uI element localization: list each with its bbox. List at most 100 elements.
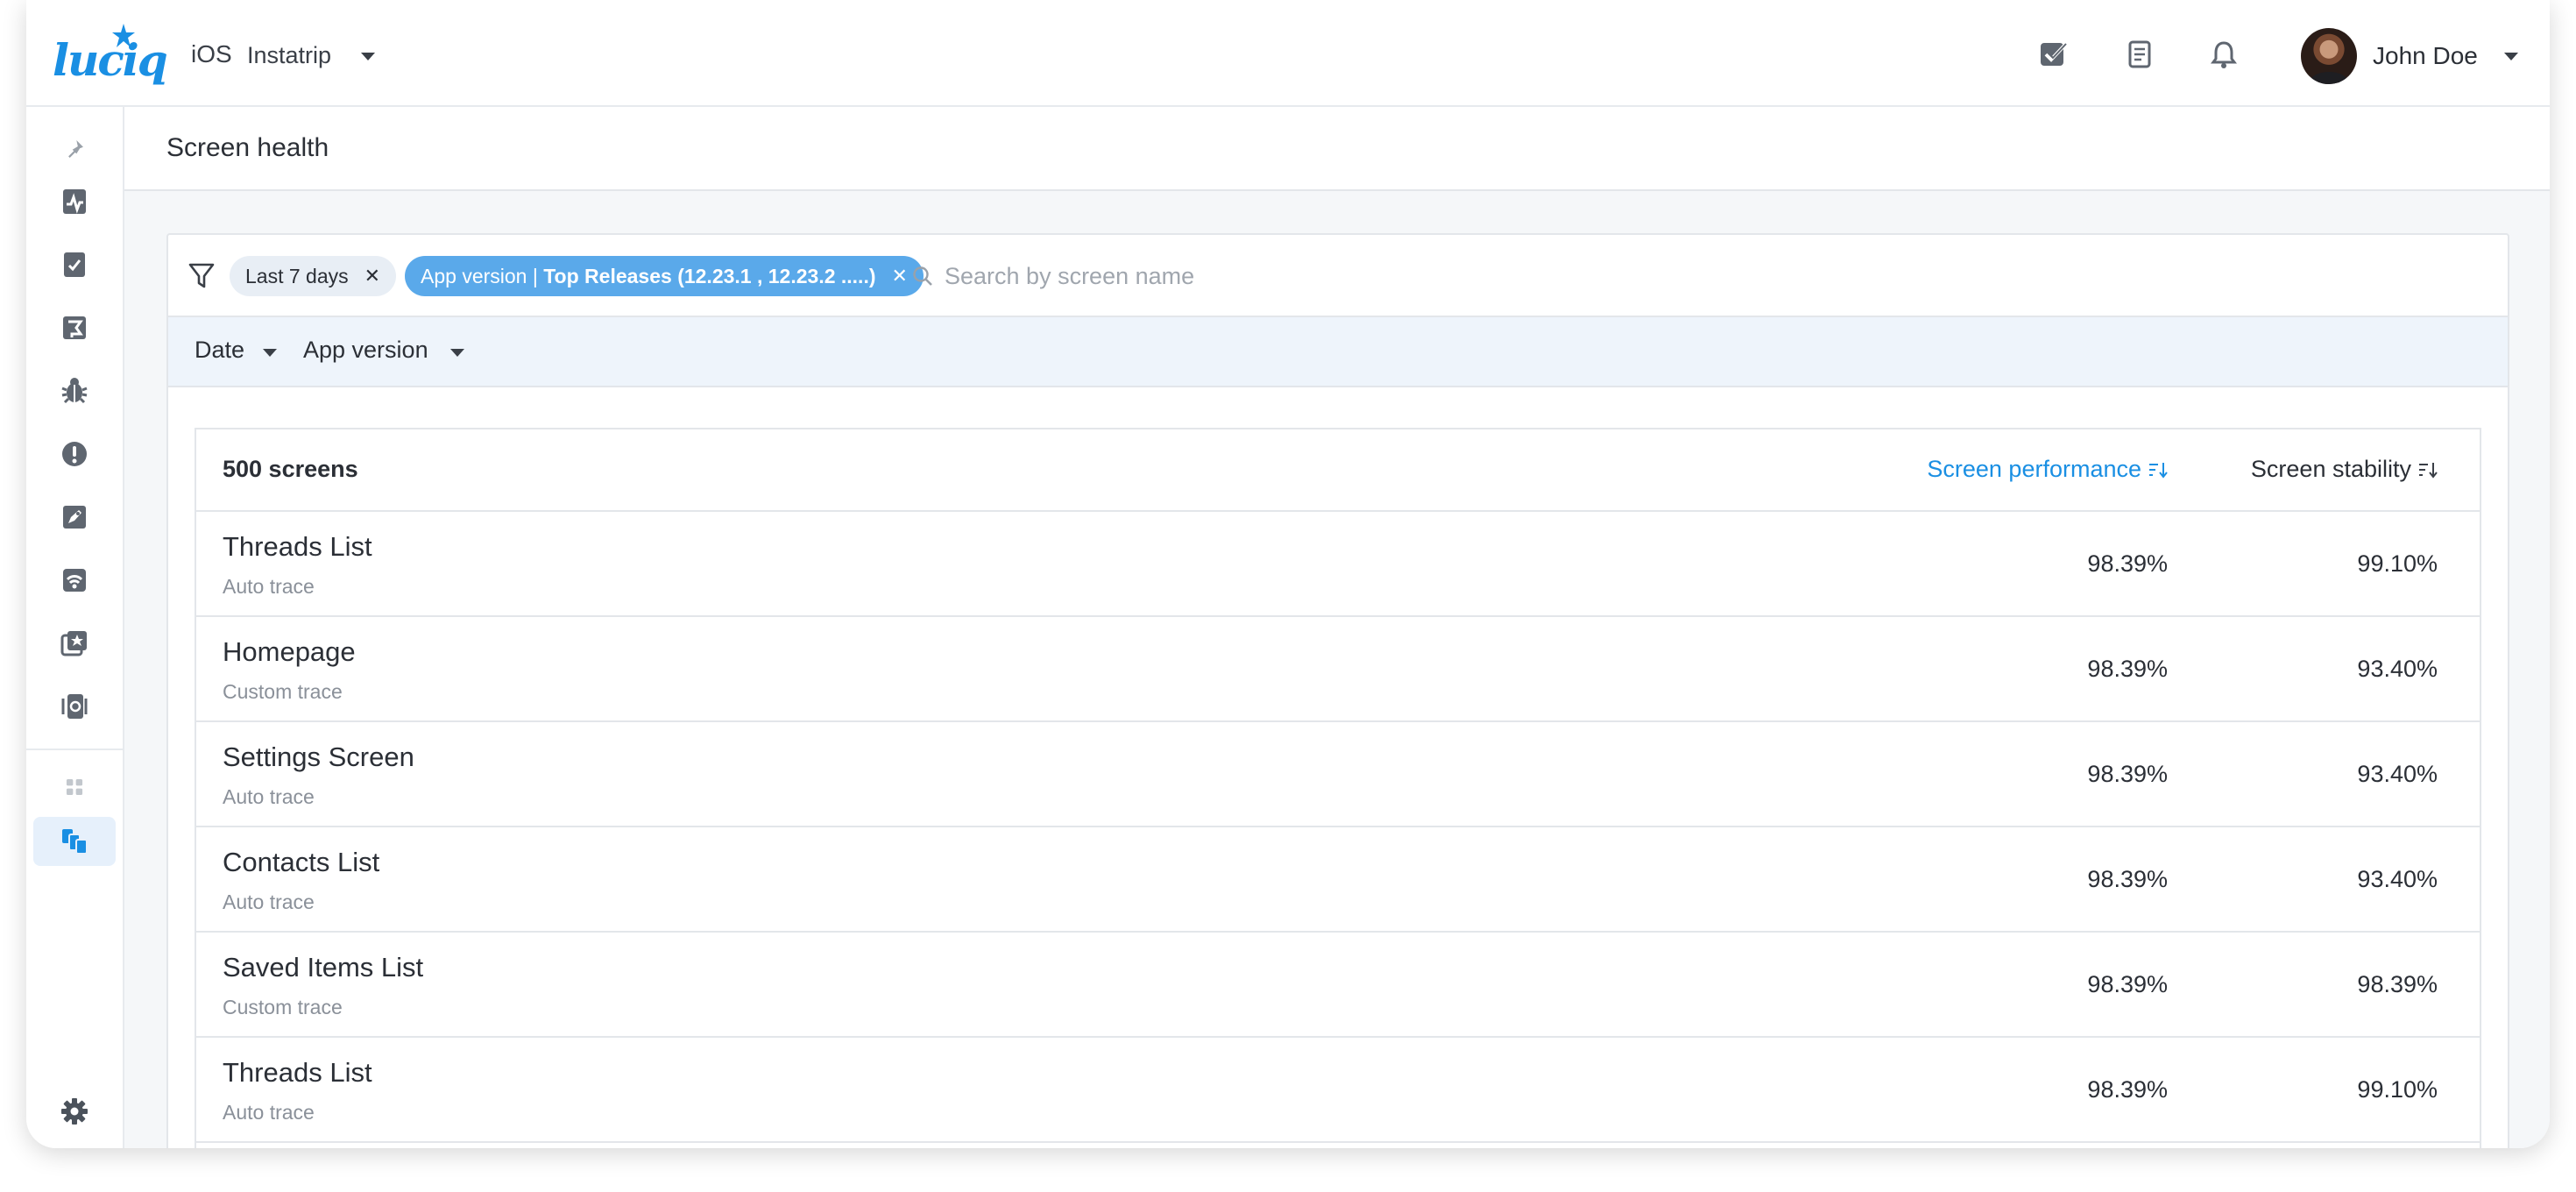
- bell-icon[interactable]: [2208, 39, 2240, 70]
- screens-card: Last 7 days ✕ App version | Top Releases…: [166, 233, 2509, 1148]
- screens-icon: [62, 829, 88, 855]
- trace-type: Custom trace: [223, 680, 343, 703]
- filter-bar: Last 7 days ✕ App version | Top Releases…: [168, 235, 2508, 316]
- sidebar-item-pin[interactable]: [33, 124, 116, 174]
- apps-grid-icon: [66, 778, 83, 796]
- screen-name: Settings Screen: [223, 741, 414, 772]
- trace-type: Auto trace: [223, 890, 315, 913]
- luciq-logo[interactable]: luciq: [53, 24, 168, 82]
- stability-value: 93.40%: [2357, 866, 2438, 892]
- logo-text: luciq: [53, 34, 168, 86]
- rocket-icon: [63, 506, 86, 529]
- alert-icon: [62, 442, 87, 466]
- screen-name: Threads List: [223, 531, 372, 562]
- app-selector-caret-icon[interactable]: [361, 53, 375, 60]
- sidebar-item-flags[interactable]: [33, 303, 116, 352]
- app-version-chip-value: Top Releases (12.23.1 , 12.23.2 .....): [543, 264, 876, 287]
- date-dropdown[interactable]: Date: [195, 337, 244, 364]
- pin-icon: [68, 140, 83, 158]
- flag-icon: [63, 316, 86, 339]
- sidebar-item-screens-starred[interactable]: [33, 619, 116, 668]
- trace-type: Custom trace: [223, 996, 343, 1018]
- app-version-chip-prefix: App version |: [421, 264, 544, 287]
- table-row[interactable]: Threads List Auto trace 98.39% 99.10%: [196, 512, 2480, 617]
- sort-by-performance[interactable]: Screen performance: [1927, 456, 2168, 483]
- performance-value: 98.39%: [2087, 1076, 2168, 1103]
- stability-value: 98.39%: [2357, 971, 2438, 997]
- sort-descending-icon: [2149, 462, 2168, 479]
- app-version-dropdown-caret-icon[interactable]: [450, 349, 464, 357]
- star-screens-icon: [60, 631, 87, 656]
- session-replay-icon: [61, 694, 88, 719]
- performance-value: 98.39%: [2087, 656, 2168, 682]
- sidebar-item-launch[interactable]: [33, 493, 116, 542]
- stability-value: 99.10%: [2357, 550, 2438, 577]
- sidebar-item-screens[interactable]: [33, 817, 116, 866]
- reports-icon: [64, 252, 85, 277]
- platform-label: iOS: [191, 40, 232, 67]
- table-row[interactable]: Contacts List Auto trace 98.39% 93.40%: [196, 827, 2480, 933]
- performance-value: 98.39%: [2087, 550, 2168, 577]
- user-menu-caret-icon[interactable]: [2504, 53, 2518, 60]
- sidebar-divider: [26, 749, 123, 750]
- sidebar-item-bugs[interactable]: [33, 366, 116, 415]
- sidebar-item-session-replay[interactable]: [33, 682, 116, 731]
- stability-value: 93.40%: [2357, 761, 2438, 787]
- table-header: 500 screens Screen performance Screen st…: [196, 429, 2480, 512]
- network-icon: [63, 569, 86, 592]
- stability-column-label: Screen stability: [2250, 456, 2411, 482]
- stability-value: 99.10%: [2357, 1076, 2438, 1103]
- sidebar-item-settings[interactable]: [33, 1087, 116, 1136]
- sidebar-item-network[interactable]: [33, 556, 116, 605]
- performance-value: 98.39%: [2087, 761, 2168, 787]
- page-title: Screen health: [166, 133, 329, 162]
- date-filter-chip[interactable]: Last 7 days ✕: [230, 256, 397, 296]
- search-input[interactable]: [943, 254, 2348, 298]
- screen-name: Saved Items List: [223, 952, 424, 983]
- sidebar-item-apps[interactable]: [33, 763, 116, 812]
- performance-column-label: Screen performance: [1927, 456, 2141, 482]
- logo-star-icon: [112, 24, 135, 47]
- sidebar-item-crashes[interactable]: [33, 429, 116, 479]
- sidebar-item-reports[interactable]: [33, 240, 116, 289]
- page-header: Screen health: [124, 107, 2550, 191]
- sort-descending-icon: [2419, 462, 2438, 479]
- screen-name: Threads List: [223, 1057, 372, 1088]
- table-row[interactable]: Settings Screen Auto trace 98.39% 93.40%: [196, 722, 2480, 827]
- document-icon[interactable]: [2124, 39, 2155, 70]
- remove-date-filter-icon[interactable]: ✕: [364, 265, 380, 287]
- app-selector[interactable]: Instatrip: [247, 42, 331, 69]
- user-name[interactable]: John Doe: [2373, 42, 2478, 70]
- app-health-icon: [63, 189, 86, 214]
- trace-type: Auto trace: [223, 1101, 315, 1124]
- app-version-dropdown[interactable]: App version: [303, 337, 428, 364]
- gear-icon: [61, 1098, 88, 1125]
- table-row[interactable]: Threads List Auto trace 98.39% 99.10%: [196, 1038, 2480, 1143]
- screen-name: Contacts List: [223, 847, 380, 877]
- sort-by-stability[interactable]: Screen stability: [2251, 456, 2438, 483]
- main-content: Screen health Last 7 days ✕ App version …: [124, 107, 2550, 1148]
- date-filter-chip-label: Last 7 days: [245, 264, 349, 287]
- sidebar-item-app-health[interactable]: [33, 177, 116, 226]
- screen-name: Homepage: [223, 636, 356, 667]
- trace-type: Auto trace: [223, 575, 315, 598]
- search-icon: [913, 266, 932, 286]
- top-header: luciq iOS Instatrip John Doe: [26, 0, 2550, 107]
- filter-icon[interactable]: [188, 261, 216, 291]
- sidebar: [26, 107, 124, 1148]
- remove-app-version-filter-icon[interactable]: ✕: [892, 265, 908, 287]
- user-avatar[interactable]: [2301, 28, 2357, 84]
- date-dropdown-caret-icon[interactable]: [263, 349, 277, 357]
- performance-value: 98.39%: [2087, 971, 2168, 997]
- table-row[interactable]: Saved Items List Custom trace 98.39% 98.…: [196, 933, 2480, 1038]
- stability-value: 93.40%: [2357, 656, 2438, 682]
- trace-type: Auto trace: [223, 785, 315, 808]
- table-row[interactable]: Homepage Custom trace 98.39% 93.40%: [196, 617, 2480, 722]
- filter-dropdowns-row: Date App version: [168, 316, 2508, 387]
- screens-table: 500 screens Screen performance Screen st…: [195, 428, 2481, 1148]
- checklist-icon[interactable]: [2038, 39, 2070, 70]
- screen-count: 500 screens: [223, 456, 358, 482]
- app-version-filter-chip[interactable]: App version | Top Releases (12.23.1 , 12…: [405, 256, 924, 296]
- app-window: luciq iOS Instatrip John Doe Screen heal…: [26, 0, 2550, 1148]
- performance-value: 98.39%: [2087, 866, 2168, 892]
